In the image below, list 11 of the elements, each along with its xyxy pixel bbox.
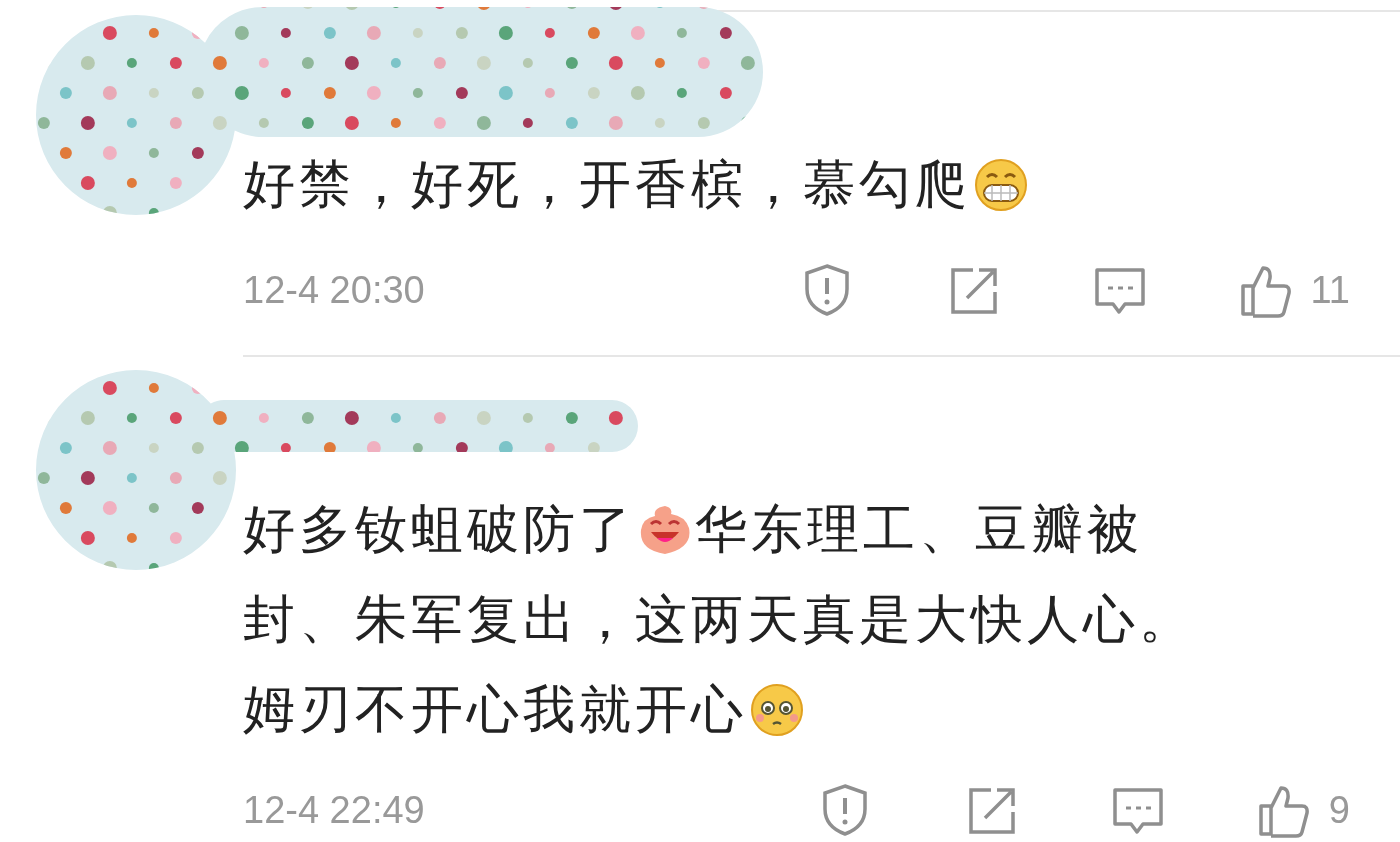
comment-text: 姆刃不开心我就开心 <box>243 678 747 741</box>
emoji-icon <box>749 682 805 738</box>
like-count: 9 <box>1328 788 1350 832</box>
comment-text: 华东理工、豆瓣被 <box>695 498 1143 561</box>
timestamp: 12-4 22:49 <box>243 788 426 832</box>
comment-text: 好禁，好死，开香槟，慕勾爬 <box>243 153 971 216</box>
emoji-icon <box>973 157 1029 213</box>
comment-text: 封、朱军复出，这两天真是大快人心。 <box>243 588 1195 651</box>
timestamp: 12-4 20:30 <box>243 268 426 312</box>
comment-text: 好多钕蛆破防了 <box>243 498 635 561</box>
like-count: 11 <box>1310 268 1350 312</box>
